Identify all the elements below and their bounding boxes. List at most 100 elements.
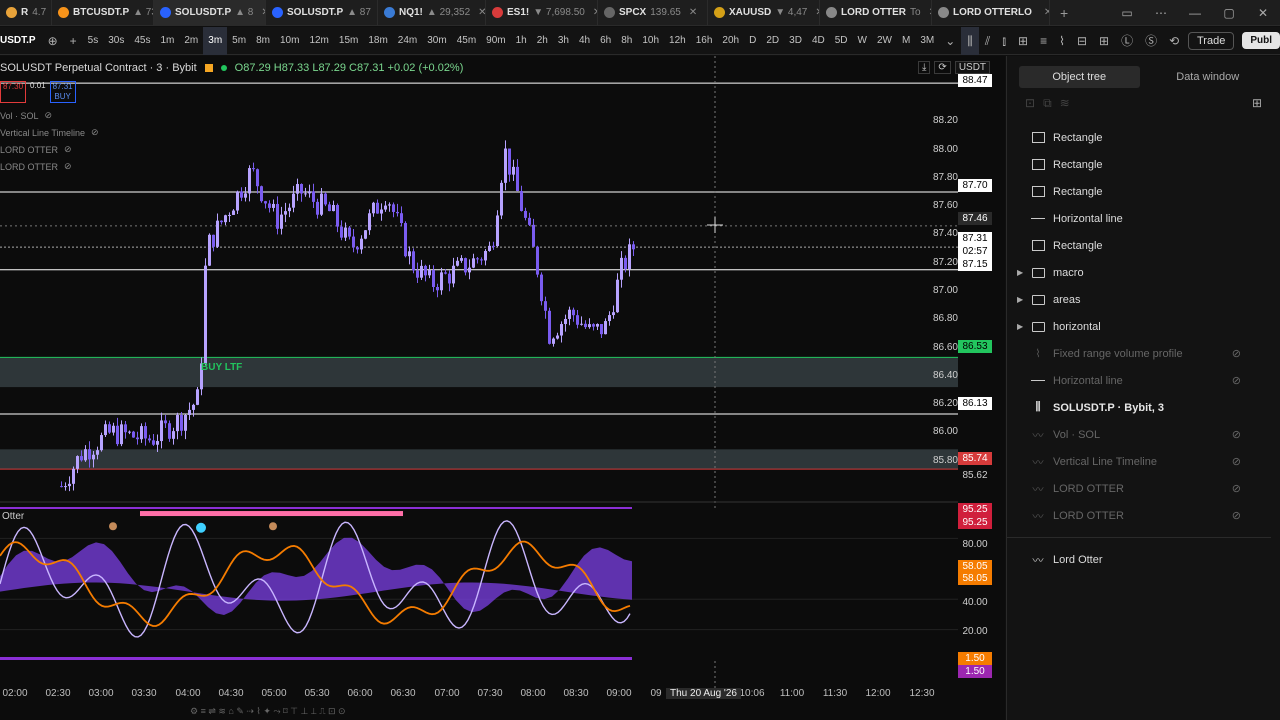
screen-icon[interactable]: ▭ [1110, 6, 1144, 20]
eye-off-icon[interactable]: ⊘ [1232, 455, 1241, 468]
expand-arrow-icon[interactable]: ▶ [1017, 268, 1023, 277]
timeframe-20h[interactable]: 20h [717, 27, 744, 55]
timeframe-W[interactable]: W [853, 27, 872, 55]
tree-item[interactable]: Rectangle [1007, 178, 1271, 205]
browser-tab[interactable]: SOLUSDT.P▲ 87✕ [266, 0, 378, 26]
hollow-candles-icon[interactable]: ⫾ [996, 27, 1012, 55]
indicator-row[interactable]: Vertical Line Timeline ⊘ [0, 127, 99, 138]
close-tab-icon[interactable]: ✕ [689, 7, 697, 18]
add-symbol-icon[interactable]: + [64, 27, 83, 55]
browser-tab[interactable]: SOLUSDT.P▲ 8✕ [154, 0, 266, 26]
timeframe-12m[interactable]: 12m [304, 27, 333, 55]
timeframe-30m[interactable]: 30m [422, 27, 451, 55]
timeframe-2W[interactable]: 2W [872, 27, 897, 55]
tree-item[interactable]: Horizontal line ⊘ [1007, 367, 1271, 394]
expand-arrow-icon[interactable]: ▶ [1017, 322, 1023, 331]
symbol-search[interactable]: USDT.P [0, 35, 42, 46]
timeframe-3M[interactable]: 3M [915, 27, 939, 55]
sell-price-tag[interactable]: 87.30 [0, 81, 27, 103]
eye-off-icon[interactable]: ⊘ [1232, 509, 1241, 522]
replay-icon[interactable]: ⟲ [1163, 27, 1185, 55]
timeframe-12h[interactable]: 12h [664, 27, 691, 55]
timeframe-1m[interactable]: 1m [155, 27, 179, 55]
eye-off-icon[interactable]: ⊘ [45, 110, 53, 121]
browser-tab[interactable]: LORD OTTERTo✕ [820, 0, 932, 26]
tree-item[interactable]: 〰 Vol · SOL ⊘ [1007, 421, 1271, 448]
layers-icon[interactable]: ≋ [1060, 96, 1070, 110]
close-icon[interactable]: ✕ [1246, 6, 1280, 20]
timeframe-3h[interactable]: 3h [553, 27, 574, 55]
timeframe-10h[interactable]: 10h [637, 27, 664, 55]
eye-off-icon[interactable]: ⊘ [91, 127, 99, 138]
layout-grid-icon[interactable]: ⊞ [1093, 27, 1115, 55]
tools-icon[interactable]: ⚙ ≡ ⇌ ≋ ⌂ ✎ ⇢ ⌇ ✦ ⤳ ⌑ ⊤ ⊥ ⟂ ⎍ ⊡ ⊙ [190, 706, 346, 717]
timeframe-4D[interactable]: 4D [807, 27, 830, 55]
new-tab-icon[interactable]: + [1050, 5, 1078, 21]
lock-icon[interactable]: Ⓛ [1115, 27, 1139, 55]
indicator-row[interactable]: Vol · SOL ⊘ [0, 110, 52, 121]
minimize-icon[interactable]: — [1178, 6, 1212, 20]
timeframe-5m[interactable]: 5m [227, 27, 251, 55]
eye-off-icon[interactable]: ⊘ [1232, 347, 1241, 360]
tree-item[interactable]: ▶ areas [1007, 286, 1271, 313]
timeframe-16h[interactable]: 16h [691, 27, 718, 55]
eye-off-icon[interactable]: ⊘ [64, 144, 72, 155]
timeframe-2D[interactable]: 2D [761, 27, 784, 55]
chevron-down-icon[interactable]: ⌄ [939, 27, 961, 55]
tree-item[interactable]: Rectangle [1007, 232, 1271, 259]
copy-icon[interactable]: ⧉ [1043, 96, 1052, 110]
tree-item[interactable]: 〰 LORD OTTER ⊘ [1007, 502, 1271, 529]
more-icon[interactable]: ⋯ [1144, 6, 1178, 20]
tree-item-lord-otter[interactable]: 〰 Lord Otter [1007, 546, 1271, 573]
layout-icon[interactable]: ⊟ [1071, 27, 1093, 55]
tree-item[interactable]: Rectangle [1007, 124, 1271, 151]
maximize-icon[interactable]: ▢ [1212, 6, 1246, 20]
browser-tab[interactable]: BTCUSDT.P▲ 73✕ [52, 0, 154, 26]
eye-off-icon[interactable]: ⊘ [1232, 482, 1241, 495]
indicator-row[interactable]: LORD OTTER ⊘ [0, 161, 72, 172]
tree-item[interactable]: ▶ macro [1007, 259, 1271, 286]
tree-item[interactable]: 〰 Vertical Line Timeline ⊘ [1007, 448, 1271, 475]
candles-icon[interactable]: ⫼ [961, 26, 979, 55]
timeframe-24m[interactable]: 24m [393, 27, 422, 55]
timeframe-2m[interactable]: 2m [179, 27, 203, 55]
new-folder-icon[interactable]: ⊡ [1025, 96, 1035, 110]
buy-price-tag[interactable]: 87.31 BUY [49, 81, 76, 103]
timeframe-5D[interactable]: 5D [830, 27, 853, 55]
reset-icon[interactable]: ⟳ [934, 61, 951, 74]
browser-tab[interactable]: ES1!▼ 7,698.50✕ [486, 0, 598, 26]
timeframe-90m[interactable]: 90m [481, 27, 510, 55]
tree-item[interactable]: ▶ horizontal [1007, 313, 1271, 340]
timeframe-15m[interactable]: 15m [334, 27, 363, 55]
timeframe-8m[interactable]: 8m [251, 27, 275, 55]
heikin-icon[interactable]: ⊞ [1012, 27, 1034, 55]
manage-icon[interactable]: ⊞ [1252, 96, 1262, 110]
line-icon[interactable]: ≡ [1034, 27, 1053, 55]
tree-item[interactable]: Rectangle [1007, 151, 1271, 178]
timeframe-2h[interactable]: 2h [532, 27, 553, 55]
timeframe-45s[interactable]: 45s [129, 27, 155, 55]
tree-item[interactable]: ⫼ SOLUSDT.P · Bybit, 3 [1007, 394, 1271, 421]
publish-button[interactable]: Publ [1242, 32, 1280, 49]
settings-icon[interactable]: Ⓢ [1139, 27, 1163, 55]
timeframe-8h[interactable]: 8h [616, 27, 637, 55]
eye-off-icon[interactable]: ⊘ [64, 161, 72, 172]
timeframe-D[interactable]: D [744, 27, 761, 55]
scroll-down-icon[interactable]: ⤓ [918, 61, 931, 74]
chart-canvas[interactable] [0, 56, 1005, 706]
browser-tab[interactable]: SPCX 139.65 ✕ [598, 0, 708, 26]
trade-button[interactable]: Trade [1188, 31, 1235, 50]
timeframe-1h[interactable]: 1h [511, 27, 532, 55]
currency-select[interactable]: USDT [954, 61, 991, 74]
browser-tab[interactable]: NQ1! ▲ 29,352 ✕ [378, 0, 486, 26]
expand-arrow-icon[interactable]: ▶ [1017, 295, 1023, 304]
timeframe-3m[interactable]: 3m [203, 26, 228, 55]
browser-tab[interactable]: LORD OTTERLO✕ [932, 0, 1050, 26]
tab-object-tree[interactable]: Object tree [1019, 66, 1140, 88]
indicator-row[interactable]: LORD OTTER ⊘ [0, 144, 72, 155]
tab-data-window[interactable]: Data window [1148, 66, 1269, 88]
eye-off-icon[interactable]: ⊘ [1232, 428, 1241, 441]
timeframe-10m[interactable]: 10m [275, 27, 304, 55]
tree-item[interactable]: ⌇ Fixed range volume profile ⊘ [1007, 340, 1271, 367]
eye-off-icon[interactable]: ⊘ [1232, 374, 1241, 387]
